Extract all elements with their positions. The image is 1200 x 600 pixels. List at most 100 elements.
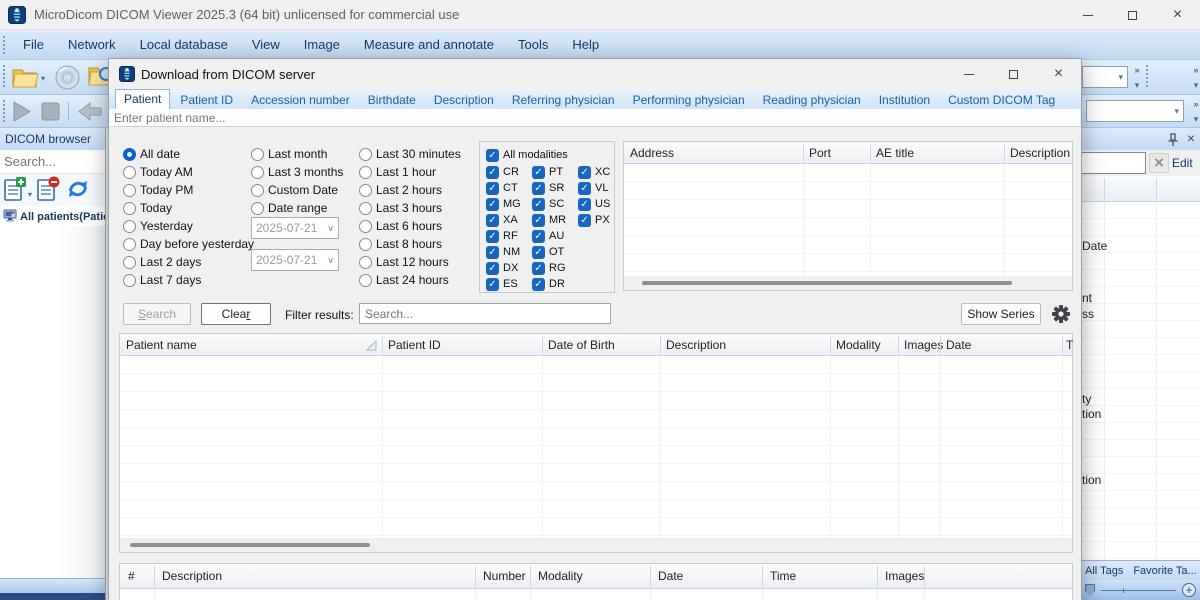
radio-custom-date[interactable]: Custom Date <box>251 181 343 199</box>
tab-patient-id[interactable]: Patient ID <box>172 91 241 109</box>
toolbar-combobox[interactable]: ▾ <box>1082 66 1128 88</box>
checkbox-modality-ct[interactable]: ✓CT <box>486 180 521 196</box>
play-icon[interactable] <box>10 100 33 126</box>
menu-view[interactable]: View <box>240 33 292 57</box>
tab-description[interactable]: Description <box>426 91 502 109</box>
menu-local-database[interactable]: Local database <box>128 33 240 57</box>
checkbox-modality-au[interactable]: ✓AU <box>532 228 566 244</box>
pin-icon[interactable] <box>1168 133 1178 149</box>
toolbar-overflow[interactable]: » ▾ <box>1190 65 1200 90</box>
column-address[interactable]: Address <box>630 142 674 164</box>
add-source-icon[interactable] <box>3 176 27 205</box>
scrollbar-thumb[interactable] <box>130 543 370 547</box>
radio-last-1-hour[interactable]: Last 1 hour <box>359 163 461 181</box>
checkbox-modality-nm[interactable]: ✓NM <box>486 244 521 260</box>
browser-horizontal-scrollbar[interactable] <box>0 578 105 593</box>
radio-last-month[interactable]: Last month <box>251 145 343 163</box>
column-number-sign[interactable]: # <box>128 564 135 589</box>
checkbox-modality-pt[interactable]: ✓PT <box>532 164 566 180</box>
radio-today-am[interactable]: Today AM <box>123 163 254 181</box>
column-date[interactable]: Date <box>658 564 683 589</box>
checkbox-modality-sr[interactable]: ✓SR <box>532 180 566 196</box>
minimize-button[interactable] <box>1065 0 1110 30</box>
column-number[interactable]: Number <box>483 564 526 589</box>
radio-last-6-hours[interactable]: Last 6 hours <box>359 217 461 235</box>
radio-last-30-minutes[interactable]: Last 30 minutes <box>359 145 461 163</box>
column-patient-name[interactable]: Patient name <box>126 334 197 356</box>
radio-last-3-months[interactable]: Last 3 months <box>251 163 343 181</box>
column-patient-id[interactable]: Patient ID <box>388 334 441 356</box>
checkbox-modality-px[interactable]: ✓PX <box>578 212 610 228</box>
tab-custom-dicom-tag[interactable]: Custom DICOM Tag <box>940 91 1063 109</box>
tab-referring-physician[interactable]: Referring physician <box>504 91 623 109</box>
column-description[interactable]: Description <box>666 334 726 356</box>
tab-performing-physician[interactable]: Performing physician <box>625 91 753 109</box>
column-ae-title[interactable]: AE title <box>876 142 914 164</box>
zoom-slider-thumb[interactable] <box>1085 584 1095 597</box>
open-folder-icon[interactable] <box>12 66 39 92</box>
column-date[interactable]: Date <box>946 334 971 356</box>
menu-file[interactable]: File <box>11 33 56 57</box>
search-button[interactable]: Search <box>123 303 191 325</box>
radio-last-7-days[interactable]: Last 7 days <box>123 271 254 289</box>
dialog-close-button[interactable]: × <box>1036 59 1081 89</box>
scrollbar-thumb[interactable] <box>642 281 1012 285</box>
zoom-slider-track[interactable] <box>1101 590 1176 591</box>
dialog-minimize-button[interactable] <box>946 59 991 89</box>
refresh-icon[interactable] <box>65 177 91 204</box>
checkbox-modality-vl[interactable]: ✓VL <box>578 180 610 196</box>
add-dropdown-arrow-icon[interactable]: ▾ <box>28 190 32 199</box>
clear-button[interactable]: Clear <box>201 303 271 325</box>
radio-last-2-hours[interactable]: Last 2 hours <box>359 181 461 199</box>
checkbox-modality-rf[interactable]: ✓RF <box>486 228 521 244</box>
close-button[interactable]: × <box>1155 0 1200 30</box>
checkbox-modality-dx[interactable]: ✓DX <box>486 260 521 276</box>
checkbox-modality-cr[interactable]: ✓CR <box>486 164 521 180</box>
radio-last-2-days[interactable]: Last 2 days <box>123 253 254 271</box>
column-images[interactable]: Images <box>904 334 943 356</box>
checkbox-modality-mg[interactable]: ✓MG <box>486 196 521 212</box>
open-dropdown-arrow-icon[interactable]: ▾ <box>41 74 45 83</box>
toolbar-overflow[interactable]: » ▾ <box>1131 65 1143 90</box>
radio-today-pm[interactable]: Today PM <box>123 181 254 199</box>
close-panel-icon[interactable]: × <box>1187 130 1195 146</box>
results-table-scrollbar[interactable] <box>120 538 1072 552</box>
radio-all-date[interactable]: All date <box>123 145 254 163</box>
tab-birthdate[interactable]: Birthdate <box>360 91 424 109</box>
radio-today[interactable]: Today <box>123 199 254 217</box>
checkbox-modality-us[interactable]: ✓US <box>578 196 610 212</box>
radio-day-before-yesterday[interactable]: Day before yesterday <box>123 235 254 253</box>
column-time[interactable]: Time <box>770 564 796 589</box>
checkbox-modality-dr[interactable]: ✓DR <box>532 276 566 292</box>
server-table-scrollbar[interactable] <box>624 276 1072 290</box>
menu-tools[interactable]: Tools <box>506 33 560 57</box>
toolbar-overflow[interactable]: » ▾ <box>1190 99 1200 124</box>
settings-button[interactable] <box>1047 301 1075 327</box>
radio-yesterday[interactable]: Yesterday <box>123 217 254 235</box>
dialog-maximize-button[interactable] <box>991 59 1036 89</box>
checkbox-modality-xc[interactable]: ✓XC <box>578 164 610 180</box>
checkbox-modality-sc[interactable]: ✓SC <box>532 196 566 212</box>
column-time-cut[interactable]: T <box>1066 334 1073 356</box>
radio-last-3-hours[interactable]: Last 3 hours <box>359 199 461 217</box>
radio-date-range[interactable]: Date range <box>251 199 343 217</box>
clear-search-icon[interactable]: × <box>1149 153 1169 173</box>
menu-help[interactable]: Help <box>560 33 611 57</box>
tree-item-all-patients[interactable]: All patients(Patie <box>0 208 105 226</box>
open-cd-icon[interactable] <box>54 64 81 94</box>
checkbox-all-modalities[interactable]: ✓ All modalities <box>486 146 568 164</box>
date-to-combobox[interactable]: 2025-07-21 ∨ <box>251 249 339 271</box>
back-arrow-icon[interactable] <box>77 100 103 126</box>
column-modality[interactable]: Modality <box>538 564 583 589</box>
show-series-button[interactable]: Show Series <box>961 303 1041 325</box>
zoom-in-button[interactable]: + <box>1182 583 1196 597</box>
tab-all-tags[interactable]: All Tags <box>1080 565 1128 577</box>
radio-last-8-hours[interactable]: Last 8 hours <box>359 235 461 253</box>
column-port[interactable]: Port <box>809 142 831 164</box>
date-from-combobox[interactable]: 2025-07-21 ∨ <box>251 217 339 239</box>
patient-name-input[interactable] <box>110 109 1080 126</box>
checkbox-modality-es[interactable]: ✓ES <box>486 276 521 292</box>
browser-search-input[interactable] <box>0 150 105 173</box>
tab-favorite-tags[interactable]: Favorite Ta... <box>1128 565 1200 577</box>
tab-patient[interactable]: Patient <box>115 89 170 109</box>
